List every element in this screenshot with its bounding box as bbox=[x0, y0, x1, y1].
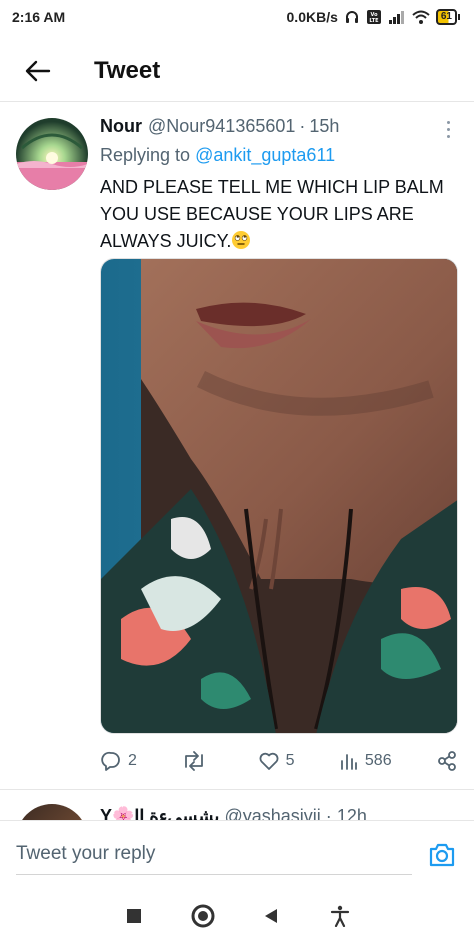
tweet-time: 15h bbox=[309, 116, 340, 136]
replying-handle[interactable]: @ankit_gupta611 bbox=[195, 145, 335, 165]
tweet-text: AND PLEASE TELL ME WHICH LIP BALM YOU US… bbox=[100, 174, 460, 255]
reply-count: 2 bbox=[128, 752, 137, 769]
author-handle[interactable]: @yashasivii bbox=[224, 806, 320, 820]
next-tweet-header: Y🌸ll يشسيءة @yashasivii · 12h bbox=[100, 806, 367, 820]
reply-bar bbox=[0, 820, 474, 884]
arrow-left-icon bbox=[25, 60, 51, 81]
camera-icon bbox=[429, 843, 455, 867]
wifi-icon bbox=[412, 10, 430, 24]
retweet-icon bbox=[185, 751, 204, 771]
network-speed: 0.0KB/s bbox=[286, 9, 338, 25]
tweet-content: Nour @Nour941365601 · 15h Replying to @a… bbox=[100, 116, 460, 255]
page-title: Tweet bbox=[94, 56, 161, 84]
author-name[interactable]: Y🌸ll يشسيءة bbox=[100, 806, 219, 820]
back-nav-button[interactable] bbox=[253, 898, 289, 934]
status-bar: 2:16 AM 0.0KB/s Vo LTE 61 bbox=[0, 0, 474, 34]
tweet-actions: 2 5 586 bbox=[100, 746, 458, 776]
square-icon bbox=[127, 909, 142, 923]
recents-button[interactable] bbox=[116, 898, 152, 934]
camera-button[interactable] bbox=[426, 839, 458, 871]
reply-action[interactable]: 2 bbox=[100, 750, 137, 772]
heart-icon bbox=[259, 752, 279, 770]
meta-separator: · bbox=[325, 806, 332, 820]
next-tweet[interactable]: Y🌸ll يشسيءة @yashasivii · 12h bbox=[0, 790, 474, 820]
tweet-time: 12h bbox=[336, 806, 367, 820]
tweet-text-body: AND PLEASE TELL ME WHICH LIP BALM YOU US… bbox=[100, 177, 444, 251]
author-name[interactable]: Nour bbox=[100, 116, 142, 137]
status-icons: 0.0KB/s Vo LTE 61 bbox=[287, 9, 460, 25]
battery-icon: 61 bbox=[435, 9, 460, 25]
tweet: Nour @Nour941365601 · 15h Replying to @a… bbox=[0, 104, 474, 790]
reply-input[interactable] bbox=[16, 833, 412, 875]
meta-separator: · bbox=[299, 116, 306, 136]
author-handle[interactable]: @Nour941365601 bbox=[148, 116, 295, 137]
home-button[interactable] bbox=[185, 898, 221, 934]
like-count: 5 bbox=[285, 752, 295, 769]
share-action[interactable] bbox=[436, 750, 458, 772]
eye-roll-emoji bbox=[232, 231, 251, 249]
replying-to: Replying to @ankit_gupta611 bbox=[100, 145, 460, 166]
status-time: 2:16 AM bbox=[12, 9, 66, 25]
share-icon bbox=[438, 751, 456, 771]
volte-icon: Vo LTE bbox=[366, 9, 382, 25]
avatar[interactable] bbox=[16, 118, 88, 190]
tweet-photo[interactable] bbox=[100, 258, 458, 734]
reply-icon bbox=[101, 751, 120, 771]
views-icon bbox=[340, 754, 357, 770]
replying-prefix: Replying to bbox=[100, 145, 191, 165]
triangle-back-icon bbox=[265, 909, 278, 923]
svg-text:LTE: LTE bbox=[369, 18, 379, 24]
tweet-header: Nour @Nour941365601 · 15h bbox=[100, 116, 460, 137]
headphones-icon bbox=[344, 9, 360, 25]
avatar[interactable] bbox=[16, 804, 88, 820]
top-app-bar: Tweet bbox=[0, 40, 474, 102]
back-button[interactable] bbox=[18, 51, 58, 91]
signal-icon bbox=[388, 10, 406, 24]
battery-level: 61 bbox=[435, 9, 457, 25]
like-action[interactable]: 5 bbox=[258, 750, 295, 772]
accessibility-button[interactable] bbox=[322, 898, 358, 934]
retweet-action[interactable] bbox=[181, 750, 213, 772]
circle-icon bbox=[191, 904, 215, 928]
more-options-button[interactable] bbox=[438, 116, 458, 142]
system-nav-bar bbox=[0, 884, 474, 948]
accessibility-icon bbox=[330, 905, 349, 927]
views-count: 586 bbox=[364, 752, 392, 769]
views-action[interactable]: 586 bbox=[339, 751, 392, 771]
